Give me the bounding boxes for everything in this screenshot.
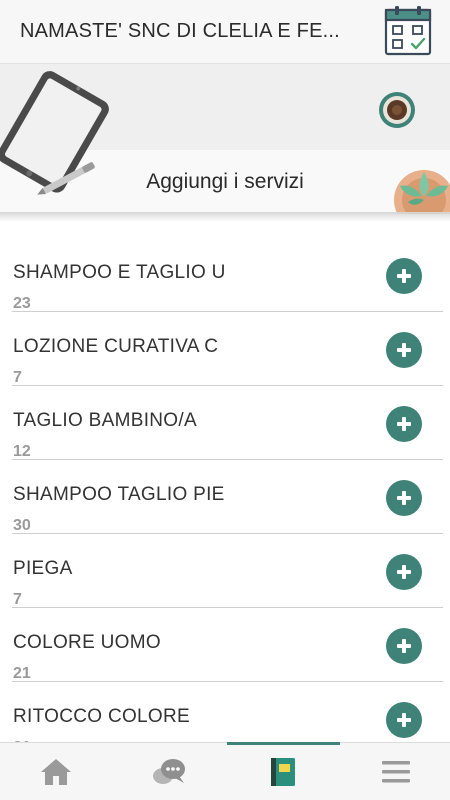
add-service-button[interactable] (386, 554, 422, 590)
add-service-button[interactable] (386, 628, 422, 664)
service-count: 23 (13, 295, 31, 312)
service-count: 30 (13, 517, 31, 534)
services-list: SHAMPOO E TAGLIO U 23 LOZIONE CURATIVA C… (0, 222, 450, 742)
add-service-button[interactable] (386, 702, 422, 738)
service-name: RITOCCO COLORE (13, 706, 190, 727)
service-count: 12 (13, 443, 31, 460)
service-name: PIEGA (13, 558, 73, 579)
service-name: SHAMPOO TAGLIO PIE (13, 484, 225, 505)
service-row: PIEGA 7 (12, 534, 443, 608)
add-service-button[interactable] (386, 332, 422, 368)
chat-icon (153, 759, 185, 784)
menu-icon (382, 761, 410, 783)
app-header: NAMASTE' SNC DI CLELIA E FE... (0, 0, 450, 64)
service-count: 7 (13, 369, 22, 386)
service-name: COLORE UOMO (13, 632, 161, 653)
catalog-icon (271, 758, 295, 786)
calendar-check-icon[interactable] (383, 5, 433, 57)
nav-home[interactable] (0, 743, 112, 800)
service-row: COLORE UOMO 21 (12, 608, 443, 682)
banner-shadow (0, 212, 450, 222)
service-name: SHAMPOO E TAGLIO U (13, 262, 226, 283)
home-icon (41, 759, 71, 785)
coffee-cup-icon[interactable] (377, 90, 417, 130)
service-count: 7 (13, 591, 22, 608)
service-row: SHAMPOO E TAGLIO U 23 (12, 238, 443, 312)
add-service-button[interactable] (386, 258, 422, 294)
service-count: 21 (13, 665, 31, 682)
services-banner: Aggiungi i servizi (0, 64, 450, 214)
add-service-button[interactable] (386, 480, 422, 516)
service-row: LOZIONE CURATIVA C 7 (12, 312, 443, 386)
service-name: TAGLIO BAMBINO/A (13, 410, 197, 431)
nav-messages[interactable] (113, 743, 225, 800)
bottom-nav (0, 742, 450, 800)
add-service-button[interactable] (386, 406, 422, 442)
nav-menu[interactable] (340, 743, 450, 800)
business-title: NAMASTE' SNC DI CLELIA E FE... (20, 20, 340, 42)
service-row: TAGLIO BAMBINO/A 12 (12, 386, 443, 460)
banner-subtitle: Aggiungi i servizi (146, 170, 304, 193)
service-row: RITOCCO COLORE 21 (12, 682, 443, 742)
nav-catalog[interactable] (227, 743, 339, 800)
service-row: SHAMPOO TAGLIO PIE 30 (12, 460, 443, 534)
service-name: LOZIONE CURATIVA C (13, 336, 219, 357)
